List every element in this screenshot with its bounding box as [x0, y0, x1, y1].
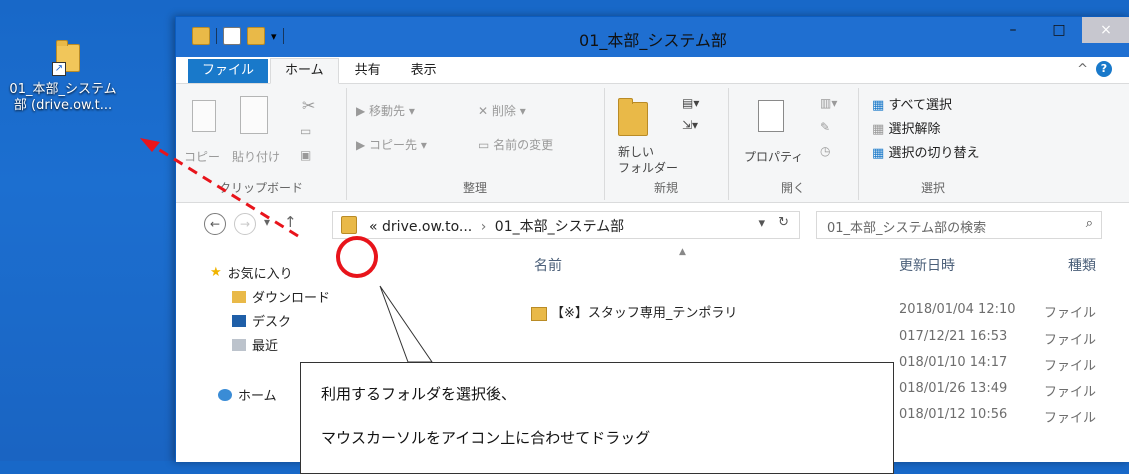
- callout-line-2: マウスカーソルをアイコン上に合わせてドラッグ: [321, 429, 651, 447]
- highlight-circle: [336, 236, 378, 278]
- drag-arrow-line: [149, 142, 299, 238]
- drag-arrow-head: [140, 138, 160, 152]
- callout-line-1: 利用するフォルダを選択後、: [321, 385, 517, 403]
- callout-pointer: [379, 285, 433, 363]
- instruction-callout: 利用するフォルダを選択後、 マウスカーソルをアイコン上に合わせてドラッグ: [300, 362, 894, 474]
